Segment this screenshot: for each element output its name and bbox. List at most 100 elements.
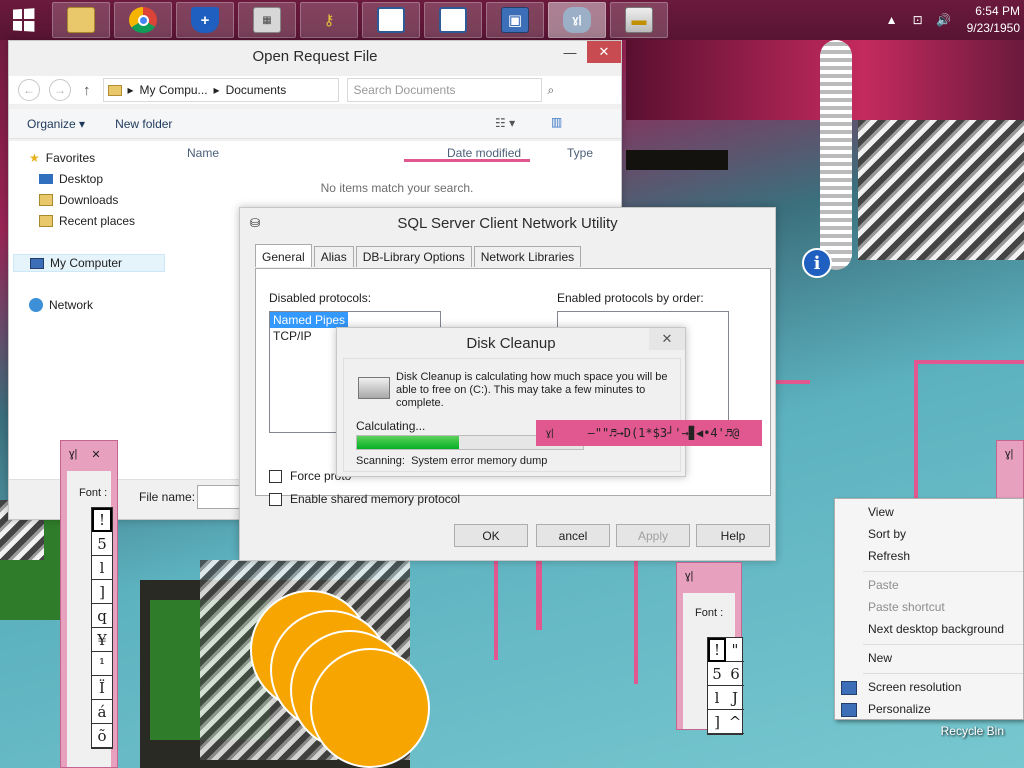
taskbar-calculator[interactable]: ▦ xyxy=(238,2,296,38)
new-folder-button[interactable]: New folder xyxy=(115,117,172,131)
taskbar-disk-cleanup[interactable]: ▬ xyxy=(610,2,668,38)
menu-item-paste[interactable]: Paste xyxy=(868,578,899,592)
menu-item-sort-by[interactable]: Sort by xyxy=(868,527,906,541)
checkbox[interactable] xyxy=(269,492,282,506)
nav-my-computer[interactable]: My Computer xyxy=(13,254,165,272)
close-button[interactable]: ✕ xyxy=(587,41,621,63)
search-icon[interactable]: ⌕ xyxy=(548,83,555,98)
taskbar-keys[interactable]: ⚷ xyxy=(300,2,358,38)
glyph-cell[interactable]: l xyxy=(92,556,112,580)
taskbar-font-viewer[interactable]: ɣ| xyxy=(548,2,606,38)
list-item[interactable]: Named Pipes xyxy=(270,312,440,328)
network-icon xyxy=(29,298,43,312)
organize-button[interactable]: Organize ▾ xyxy=(27,117,85,131)
glyph-cell[interactable]: Ï xyxy=(92,676,112,700)
glyph-cell[interactable]: 6 xyxy=(726,662,744,686)
breadcrumb-folder[interactable]: Documents xyxy=(226,83,287,97)
menu-item-paste-shortcut[interactable]: Paste shortcut xyxy=(868,600,945,614)
menu-item-new[interactable]: New xyxy=(868,651,892,665)
search-input[interactable]: Search Documents xyxy=(346,78,542,102)
forward-button[interactable]: → xyxy=(49,79,71,101)
nav-recent-places[interactable]: Recent places xyxy=(39,214,135,228)
nav-network[interactable]: Network xyxy=(29,298,93,312)
glyph-cell[interactable]: ^ xyxy=(726,710,744,734)
preview-pane-icon[interactable]: ▥ xyxy=(551,115,562,129)
chevron-right-icon: ▸ xyxy=(213,83,220,97)
apply-button[interactable]: Apply xyxy=(616,524,690,547)
glyph-cell[interactable]: õ xyxy=(92,724,112,748)
recent-places-icon xyxy=(39,215,53,227)
glyph-cell[interactable]: ¥ xyxy=(92,628,112,652)
back-button[interactable]: ← xyxy=(18,79,40,101)
taskbar-file-explorer[interactable] xyxy=(52,2,110,38)
tab-general[interactable]: General xyxy=(255,244,312,267)
menu-item-personalize[interactable]: Personalize xyxy=(868,702,931,716)
glyph-cell[interactable]: ! xyxy=(92,508,112,532)
column-name[interactable]: Name xyxy=(187,146,219,160)
nav-favorites[interactable]: ★ Favorites xyxy=(29,151,95,165)
taskbar-window-b[interactable] xyxy=(424,2,482,38)
window-title: Open Request File xyxy=(252,47,378,65)
ok-button[interactable]: OK xyxy=(454,524,528,547)
disk-cleanup-message: Disk Cleanup is calculating how much spa… xyxy=(396,371,668,409)
up-button[interactable]: ↑ xyxy=(83,82,91,99)
start-button[interactable] xyxy=(0,0,46,40)
tab-strip: General Alias DB-Library Options Network… xyxy=(255,244,583,267)
glyph-cell[interactable]: ¹ xyxy=(92,652,112,676)
clock[interactable]: 6:54 PM 9/23/1950 xyxy=(967,3,1020,37)
taskbar-window-a[interactable] xyxy=(362,2,420,38)
glyph-cell[interactable]: J xyxy=(726,686,744,710)
column-date-modified[interactable]: Date modified xyxy=(447,146,521,160)
menu-item-next-desktop-background[interactable]: Next desktop background xyxy=(868,622,1004,636)
address-bar[interactable]: ▸ My Compu... ▸ Documents xyxy=(102,78,339,102)
menu-item-refresh[interactable]: Refresh xyxy=(868,549,910,563)
taskbar-chrome[interactable] xyxy=(114,2,172,38)
glyph-cell[interactable]: ] xyxy=(708,710,726,734)
breadcrumb-root[interactable]: My Compu... xyxy=(140,83,208,97)
disk-cleanup-icon: ▬ xyxy=(625,7,653,33)
glyph-cell[interactable]: 5 xyxy=(92,532,112,556)
recycle-bin-label[interactable]: Recycle Bin xyxy=(941,724,1004,738)
glyph-cell[interactable]: 5 xyxy=(708,662,726,686)
glyph-cell[interactable]: " xyxy=(726,638,744,662)
speaker-icon[interactable]: 🔊 xyxy=(936,12,952,28)
glyph-cell[interactable]: á xyxy=(92,700,112,724)
network-status-icon[interactable]: ⊡ xyxy=(910,12,926,28)
app-icon: ɣ| xyxy=(69,448,78,460)
info-icon[interactable]: i xyxy=(802,248,832,278)
menu-item-view[interactable]: View xyxy=(868,505,894,519)
menu-item-screen-resolution[interactable]: Screen resolution xyxy=(868,680,961,694)
nav-desktop[interactable]: Desktop xyxy=(39,172,103,186)
desktop-artifact xyxy=(404,159,530,162)
glyph-cell[interactable]: l xyxy=(708,686,726,710)
chevron-up-icon[interactable]: ▲ xyxy=(884,12,900,28)
column-type[interactable]: Type xyxy=(567,146,593,160)
help-button[interactable]: Help xyxy=(696,524,770,547)
shared-memory-checkbox[interactable]: Enable shared memory protocol xyxy=(269,492,460,506)
taskbar-network[interactable]: ▣ xyxy=(486,2,544,38)
nav-downloads[interactable]: Downloads xyxy=(39,193,118,207)
view-options-icon[interactable]: ☷ ▾ xyxy=(495,116,515,130)
glyph-cell[interactable]: ] xyxy=(92,580,112,604)
tab-network-libraries[interactable]: Network Libraries xyxy=(473,246,582,267)
minimize-button[interactable]: — xyxy=(553,41,587,63)
checkbox[interactable] xyxy=(269,469,282,483)
disk-cleanup-icon xyxy=(358,377,390,399)
font-label: Font : xyxy=(79,487,108,499)
glyph-cell[interactable]: ! xyxy=(708,638,726,662)
tab-alias[interactable]: Alias xyxy=(313,246,354,267)
desktop-icon xyxy=(39,174,53,184)
window-controls: ✕ xyxy=(649,328,685,350)
glyph-cell[interactable]: q xyxy=(92,604,112,628)
taskbar-defender[interactable]: + xyxy=(176,2,234,38)
app-icon: ɣ| xyxy=(1005,448,1014,460)
desktop-artifact xyxy=(914,360,918,500)
menu-separator xyxy=(863,644,1023,645)
tab-db-library-options[interactable]: DB-Library Options xyxy=(355,246,472,267)
close-icon[interactable]: ✕ xyxy=(91,448,100,461)
font-label: Font : xyxy=(695,607,724,619)
chrome-icon xyxy=(129,7,157,33)
close-button[interactable]: ✕ xyxy=(649,328,685,350)
star-icon: ★ xyxy=(29,151,40,165)
cancel-button[interactable]: ancel xyxy=(536,524,610,547)
